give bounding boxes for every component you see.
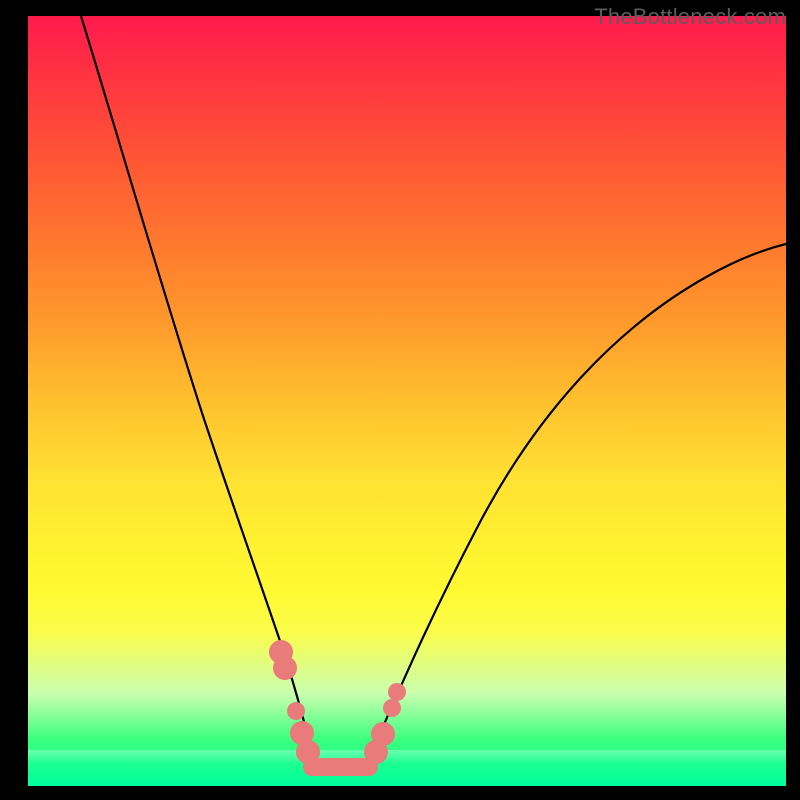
plot-area <box>28 16 786 786</box>
marker-left-3 <box>287 702 305 720</box>
curves-svg <box>28 16 786 786</box>
outer-black-frame: TheBottleneck.com <box>0 0 800 800</box>
marker-left-5 <box>296 740 320 764</box>
attribution-text: TheBottleneck.com <box>594 4 786 30</box>
right-curve <box>368 244 786 761</box>
marker-left-2 <box>273 656 297 680</box>
marker-right-4 <box>388 683 406 701</box>
marker-right-3 <box>383 699 401 717</box>
marker-right-2 <box>371 722 395 746</box>
